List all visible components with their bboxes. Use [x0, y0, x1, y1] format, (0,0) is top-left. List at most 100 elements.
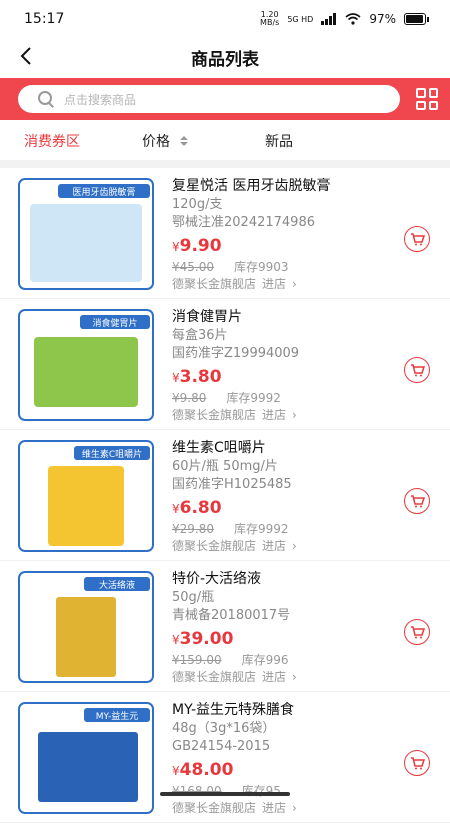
enter-shop: 进店 [262, 669, 286, 686]
product-approval: 国药准字H1025485 [172, 476, 392, 494]
shop-link[interactable]: 德聚长金旗舰店 进店 › [172, 538, 392, 555]
thumbnail-label: MY-益生元 [96, 710, 138, 722]
battery-level [406, 15, 423, 23]
product-spec: 120g/支 [172, 196, 392, 214]
product-name: 消食健胃片 [172, 307, 392, 327]
sort-arrows-icon [180, 136, 188, 146]
product-item[interactable]: 维生素C咀嚼片 维生素C咀嚼片 60片/瓶 50mg/片 国药准字H102548… [0, 430, 450, 561]
thumbnail-label: 消食健胃片 [92, 317, 137, 329]
stock-count: 库存9992 [234, 521, 289, 538]
product-item[interactable]: MY-益生元 MY-益生元特殊膳食 48g（3g*16袋） GB24154-20… [0, 692, 450, 823]
price-stock-row: ¥29.80 库存9992 [172, 521, 392, 538]
cart-icon [410, 233, 425, 246]
product-info: 消食健胃片 每盒36片 国药准字Z19994009 ¥3.80 ¥9.80 库存… [172, 307, 392, 424]
thumbnail-art [34, 337, 138, 407]
battery-icon [404, 13, 426, 25]
network-label: 5G HD [287, 15, 313, 24]
add-to-cart-button[interactable] [404, 226, 430, 252]
product-info: MY-益生元特殊膳食 48g（3g*16袋） GB24154-2015 ¥48.… [172, 700, 392, 817]
product-info: 复星悦活 医用牙齿脱敏膏 120g/支 鄂械注准20242174986 ¥9.9… [172, 176, 392, 293]
product-name: 复星悦活 医用牙齿脱敏膏 [172, 176, 392, 196]
thumbnail-art [48, 466, 124, 546]
cart-icon [410, 364, 425, 377]
product-approval: GB24154-2015 [172, 738, 392, 756]
product-thumbnail[interactable]: MY-益生元 [18, 702, 154, 814]
original-price: ¥29.80 [172, 521, 214, 538]
net-speed: 1.20 MB/s [260, 11, 279, 27]
shop-name: 德聚长金旗舰店 [172, 669, 256, 686]
filter-bar: 消费券区 价格 新品 [0, 120, 450, 160]
filter-new[interactable]: 新品 [265, 131, 293, 151]
chevron-right-icon: › [292, 276, 297, 293]
filter-price-label: 价格 [142, 131, 170, 151]
product-spec: 60片/瓶 50mg/片 [172, 458, 392, 476]
status-time: 15:17 [24, 11, 64, 27]
original-price: ¥45.00 [172, 259, 214, 276]
product-item[interactable]: 消食健胃片 消食健胃片 每盒36片 国药准字Z19994009 ¥3.80 ¥9… [0, 299, 450, 430]
product-price: ¥39.00 [172, 627, 392, 652]
add-to-cart-button[interactable] [404, 488, 430, 514]
search-input[interactable]: 点击搜索商品 [18, 85, 400, 113]
product-price: ¥48.00 [172, 758, 392, 783]
enter-shop: 进店 [262, 276, 286, 293]
shop-link[interactable]: 德聚长金旗舰店 进店 › [172, 669, 392, 686]
thumbnail-art [56, 597, 116, 677]
page-title: 商品列表 [191, 45, 259, 70]
search-icon [38, 91, 54, 107]
grid-scan-icon[interactable] [416, 88, 438, 110]
product-list: 医用牙齿脱敏膏 复星悦活 医用牙齿脱敏膏 120g/支 鄂械注准20242174… [0, 168, 450, 823]
filter-price[interactable]: 价格 [142, 131, 188, 151]
status-indicators: 1.20 MB/s 5G HD 97% [260, 11, 426, 27]
original-price: ¥9.80 [172, 390, 206, 407]
stock-count: 库存9992 [226, 390, 281, 407]
shop-link[interactable]: 德聚长金旗舰店 进店 › [172, 800, 392, 817]
price-stock-row: ¥159.00 库存996 [172, 652, 392, 669]
shop-link[interactable]: 德聚长金旗舰店 进店 › [172, 276, 392, 293]
wifi-icon [345, 13, 361, 25]
nav-bar: 商品列表 [0, 38, 450, 76]
divider [0, 160, 450, 168]
shop-name: 德聚长金旗舰店 [172, 276, 256, 293]
product-thumbnail[interactable]: 医用牙齿脱敏膏 [18, 178, 154, 290]
cart-icon [410, 626, 425, 639]
thumbnail-art [38, 732, 138, 802]
product-approval: 国药准字Z19994009 [172, 345, 392, 363]
product-thumbnail[interactable]: 消食健胃片 [18, 309, 154, 421]
search-placeholder: 点击搜索商品 [64, 91, 136, 108]
product-approval: 青械备20180017号 [172, 607, 392, 625]
add-to-cart-button[interactable] [404, 357, 430, 383]
product-spec: 48g（3g*16袋） [172, 720, 392, 738]
enter-shop: 进店 [262, 407, 286, 424]
product-approval: 鄂械注准20242174986 [172, 214, 392, 232]
cart-icon [410, 757, 425, 770]
original-price: ¥159.00 [172, 652, 222, 669]
product-item[interactable]: 大活络液 特价-大活络液 50g/瓶 青械备20180017号 ¥39.00 ¥… [0, 561, 450, 692]
product-name: 特价-大活络液 [172, 569, 392, 589]
back-button[interactable] [14, 42, 38, 70]
chevron-left-icon [20, 46, 32, 66]
product-spec: 每盒36片 [172, 327, 392, 345]
product-thumbnail[interactable]: 维生素C咀嚼片 [18, 440, 154, 552]
price-stock-row: ¥45.00 库存9903 [172, 259, 392, 276]
product-info: 特价-大活络液 50g/瓶 青械备20180017号 ¥39.00 ¥159.0… [172, 569, 392, 686]
shop-name: 德聚长金旗舰店 [172, 538, 256, 555]
add-to-cart-button[interactable] [404, 750, 430, 776]
product-price: ¥3.80 [172, 365, 392, 390]
search-band: 点击搜索商品 [0, 78, 450, 120]
price-stock-row: ¥9.80 库存9992 [172, 390, 392, 407]
home-indicator[interactable] [160, 792, 290, 796]
add-to-cart-button[interactable] [404, 619, 430, 645]
product-name: MY-益生元特殊膳食 [172, 700, 392, 720]
enter-shop: 进店 [262, 538, 286, 555]
stock-count: 库存9903 [234, 259, 289, 276]
thumbnail-label: 大活络液 [99, 579, 135, 591]
product-price: ¥6.80 [172, 496, 392, 521]
cart-icon [410, 495, 425, 508]
filter-coupon-zone[interactable]: 消费券区 [24, 131, 80, 151]
product-item[interactable]: 医用牙齿脱敏膏 复星悦活 医用牙齿脱敏膏 120g/支 鄂械注准20242174… [0, 168, 450, 299]
chevron-right-icon: › [292, 800, 297, 817]
product-thumbnail[interactable]: 大活络液 [18, 571, 154, 683]
shop-link[interactable]: 德聚长金旗舰店 进店 › [172, 407, 392, 424]
enter-shop: 进店 [262, 800, 286, 817]
thumbnail-label: 维生素C咀嚼片 [82, 448, 142, 460]
